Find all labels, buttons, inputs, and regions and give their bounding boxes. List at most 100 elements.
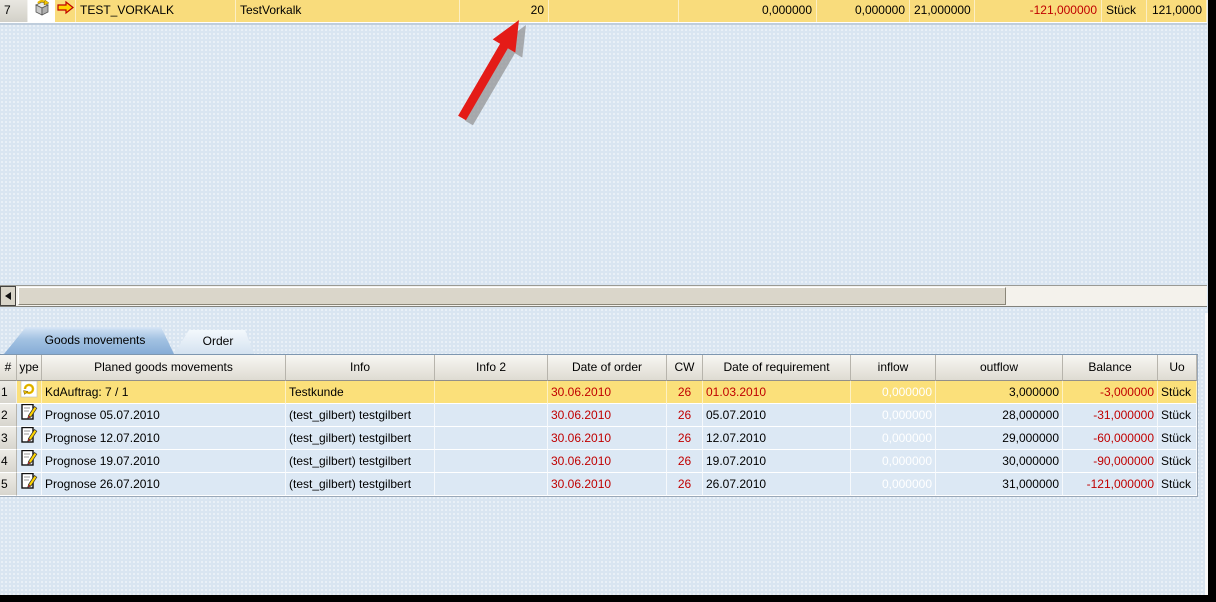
upper-grid-selected-row[interactable]: 7 TEST_VORKALK TestVorkalk 20 [0, 0, 1207, 23]
scrollbar-thumb[interactable] [18, 287, 1006, 305]
date-of-requirement-cell: 12.07.2010 [703, 427, 851, 450]
inflow-cell: 0,000000 [851, 381, 936, 404]
assembly-cube-icon [32, 0, 51, 22]
info-cell: (test_gilbert) testgilbert [286, 404, 435, 427]
uom-cell: Stück [1158, 404, 1197, 427]
edit-forecast-icon [20, 450, 38, 473]
date-of-requirement-cell: 05.07.2010 [703, 404, 851, 427]
table-row[interactable]: 1 KdAuftrag: 7 / 1 Testkunde 30.06.2010 … [0, 381, 1197, 404]
date-of-order-cell: 30.06.2010 [548, 404, 667, 427]
date-of-requirement-cell: 19.07.2010 [703, 450, 851, 473]
cw-cell: 26 [667, 450, 703, 473]
header-balance[interactable]: Balance [1063, 355, 1158, 381]
info2-cell [435, 427, 548, 450]
tab-strip: Goods movements Order [4, 327, 254, 354]
row-type [17, 404, 42, 427]
uom-cell: Stück [1158, 473, 1197, 496]
row-number-cell: 7 [0, 0, 28, 22]
material-name-cell: TEST_VORKALK [76, 0, 236, 22]
tab-order[interactable]: Order [174, 330, 254, 354]
value-c-cell: 21,000000 [910, 0, 975, 22]
material-description-cell: TestVorkalk [236, 0, 460, 22]
row-num: 4 [0, 450, 17, 473]
screenshot-right-border [1208, 0, 1216, 602]
scroll-left-button[interactable] [0, 286, 16, 306]
balance-cell: -3,000000 [1063, 381, 1158, 404]
header-inflow[interactable]: inflow [851, 355, 936, 381]
row-type [17, 381, 42, 404]
movement-cell: Prognose 26.07.2010 [42, 473, 286, 496]
uom-cell: Stück [1158, 381, 1197, 404]
movement-cell: Prognose 05.07.2010 [42, 404, 286, 427]
header-planned-goods-movements[interactable]: Planed goods movements [42, 355, 286, 381]
table-row[interactable]: 5 Prognose 26.07.2010 (test_gilbert) tes… [0, 473, 1197, 496]
inflow-cell: 0,000000 [851, 473, 936, 496]
red-annotation-arrow [440, 8, 560, 133]
value-a-cell: 0,000000 [679, 0, 817, 22]
edit-forecast-icon [20, 473, 38, 496]
header-info2[interactable]: Info 2 [435, 355, 548, 381]
type-cell [28, 0, 55, 22]
header-num[interactable]: # [0, 355, 17, 381]
scroll-left-arrow-icon [5, 292, 11, 300]
date-of-order-cell: 30.06.2010 [548, 450, 667, 473]
cw-cell: 26 [667, 404, 703, 427]
tab-goods-movements[interactable]: Goods movements [4, 327, 174, 354]
date-of-order-cell: 30.06.2010 [548, 473, 667, 496]
edit-forecast-icon [20, 404, 38, 427]
row-type [17, 450, 42, 473]
movement-cell: Prognose 19.07.2010 [42, 450, 286, 473]
info-cell: (test_gilbert) testgilbert [286, 450, 435, 473]
header-date-of-order[interactable]: Date of order [548, 355, 667, 381]
header-outflow[interactable]: outflow [936, 355, 1063, 381]
row-type [17, 473, 42, 496]
info-cell: (test_gilbert) testgilbert [286, 473, 435, 496]
balance-cell: -121,000000 [1063, 473, 1158, 496]
table-row[interactable]: 3 Prognose 12.07.2010 (test_gilbert) tes… [0, 427, 1197, 450]
header-cw[interactable]: CW [667, 355, 703, 381]
header-info[interactable]: Info [286, 355, 435, 381]
empty-cell [549, 0, 679, 22]
movement-cell: Prognose 12.07.2010 [42, 427, 286, 450]
table-header-row: # ype Planed goods movements Info Info 2… [0, 355, 1197, 381]
goods-movements-table: # ype Planed goods movements Info Info 2… [0, 354, 1198, 497]
outflow-cell: 29,000000 [936, 427, 1063, 450]
horizontal-scrollbar[interactable] [0, 285, 1207, 307]
uom-cell: Stück [1102, 0, 1147, 22]
header-uom[interactable]: Uo [1158, 355, 1197, 381]
sap-grid-window: 7 TEST_VORKALK TestVorkalk 20 [0, 0, 1216, 602]
balance-cell: -90,000000 [1063, 450, 1158, 473]
edit-forecast-icon [20, 427, 38, 450]
value-b-cell: 0,000000 [817, 0, 910, 22]
info2-cell [435, 450, 548, 473]
header-date-of-requirement[interactable]: Date of requirement [703, 355, 851, 381]
sales-order-icon [20, 381, 38, 404]
status-cell [55, 0, 76, 22]
value-d-cell: 121,0000 [1147, 0, 1207, 22]
info-cell: (test_gilbert) testgilbert [286, 427, 435, 450]
header-type[interactable]: ype [17, 355, 42, 381]
cw-cell: 26 [667, 473, 703, 496]
balance-cell: -121,000000 [975, 0, 1102, 22]
outflow-cell: 31,000000 [936, 473, 1063, 496]
date-of-requirement-cell: 26.07.2010 [703, 473, 851, 496]
date-of-requirement-cell: 01.03.2010 [703, 381, 851, 404]
row-num: 5 [0, 473, 17, 496]
cw-cell: 26 [667, 381, 703, 404]
cw-cell: 26 [667, 427, 703, 450]
info-cell: Testkunde [286, 381, 435, 404]
date-of-order-cell: 30.06.2010 [548, 381, 667, 404]
info2-cell [435, 381, 548, 404]
inflow-cell: 0,000000 [851, 404, 936, 427]
uom-cell: Stück [1158, 450, 1197, 473]
date-of-order-cell: 30.06.2010 [548, 427, 667, 450]
quantity-cell: 20 [460, 0, 549, 22]
table-row[interactable]: 4 Prognose 19.07.2010 (test_gilbert) tes… [0, 450, 1197, 473]
inflow-cell: 0,000000 [851, 427, 936, 450]
table-row[interactable]: 2 Prognose 05.07.2010 (test_gilbert) tes… [0, 404, 1197, 427]
row-num: 1 [0, 381, 17, 404]
balance-cell: -60,000000 [1063, 427, 1158, 450]
row-type [17, 427, 42, 450]
row-num: 3 [0, 427, 17, 450]
inflow-cell: 0,000000 [851, 450, 936, 473]
